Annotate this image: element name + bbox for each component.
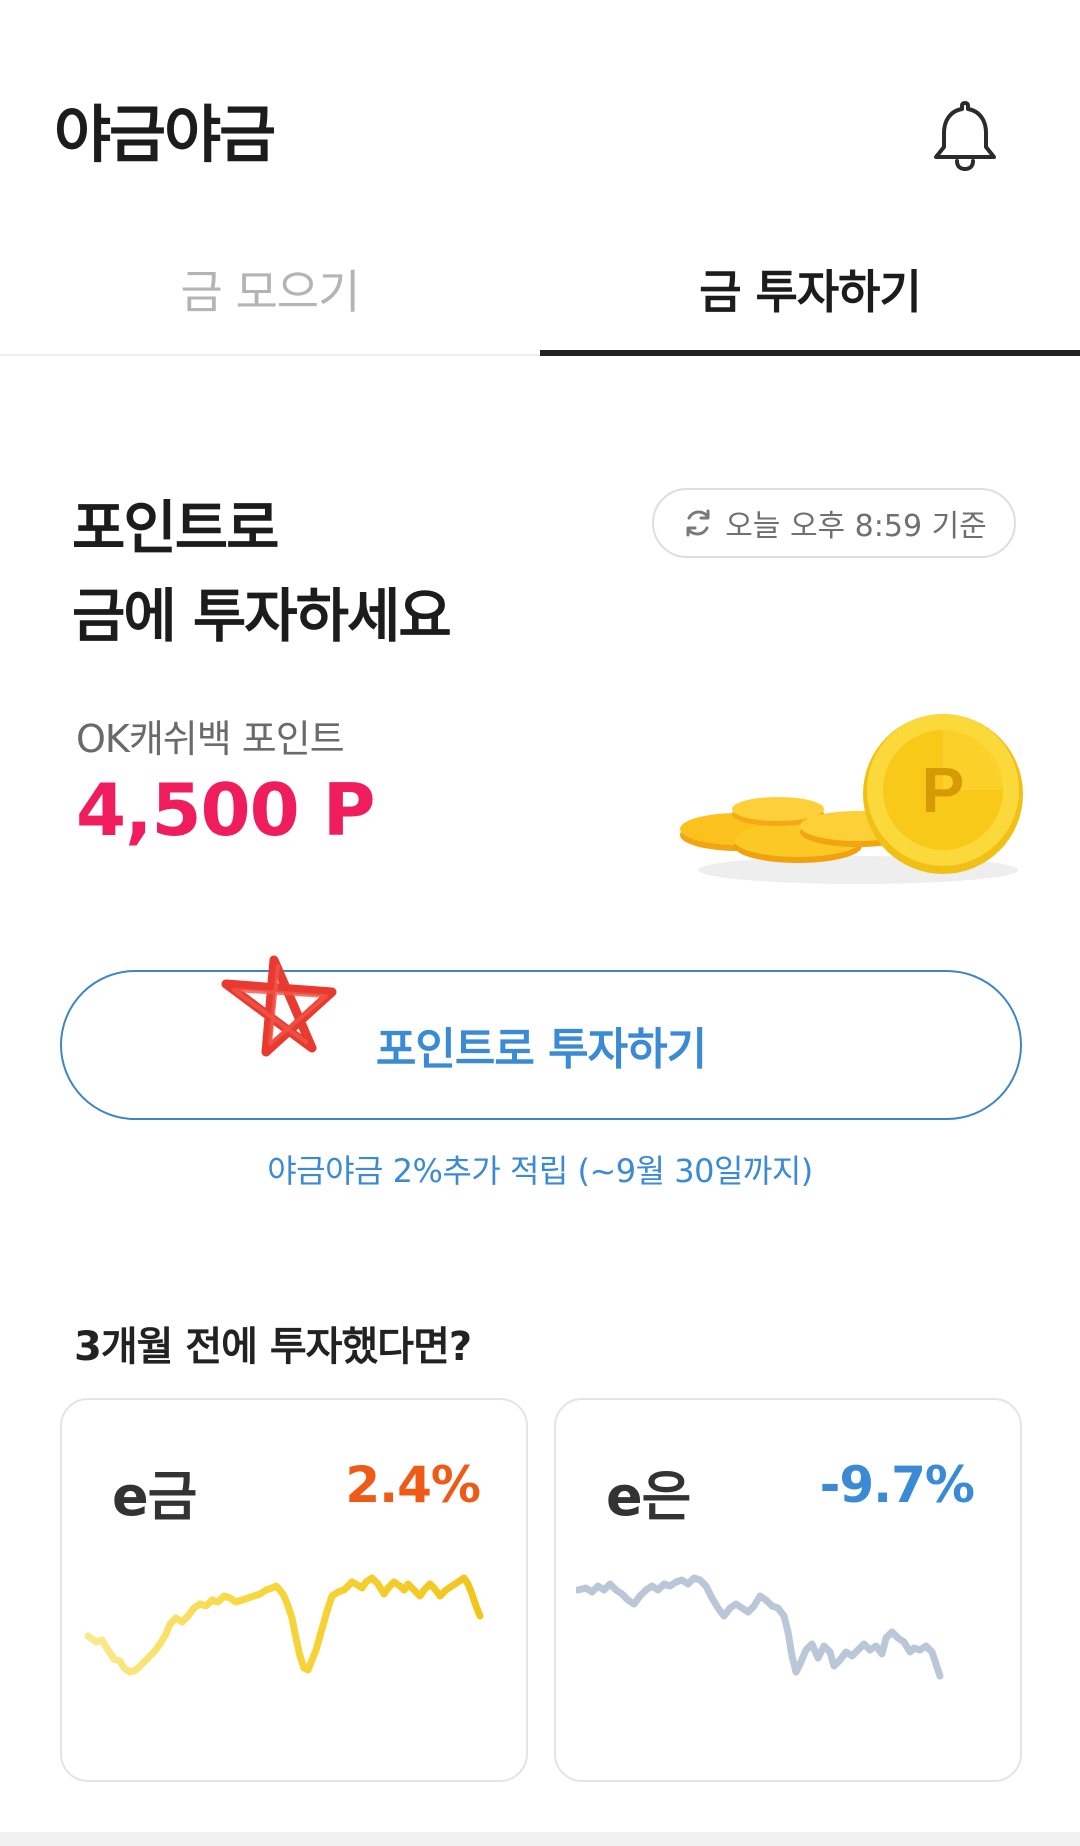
invest-with-points-button[interactable]: 포인트로 투자하기 bbox=[60, 970, 1022, 1120]
tab-collect-gold[interactable]: 금 모으기 bbox=[0, 240, 540, 356]
points-label: OK캐쉬백 포인트 bbox=[76, 717, 345, 761]
silver-card[interactable]: e은 -9.7% bbox=[554, 1398, 1022, 1782]
points-value: 4,500 P bbox=[76, 768, 376, 852]
headline-line-2: 금에 투자하세요 bbox=[72, 582, 452, 650]
app-screen: 야금야금 금 모으기 금 투자하기 포인트로 금에 투자하세요 오늘 오후 8:… bbox=[0, 0, 1080, 1846]
silver-sparkline bbox=[576, 1574, 944, 1680]
star-doodle-icon bbox=[221, 955, 337, 1057]
silver-card-name: e은 bbox=[606, 1465, 691, 1528]
gold-card-rate: 2.4% bbox=[345, 1456, 481, 1514]
tab-invest-gold[interactable]: 금 투자하기 bbox=[540, 240, 1080, 356]
section-title: 3개월 전에 투자했다면? bbox=[74, 1324, 472, 1370]
coin-icon-letter: P bbox=[922, 754, 965, 826]
bell-icon bbox=[934, 101, 996, 172]
gold-card[interactable]: e금 2.4% bbox=[60, 1398, 528, 1782]
timestamp-text: 오늘 오후 8:59 기준 bbox=[725, 509, 987, 544]
bottom-divider bbox=[0, 1832, 1080, 1846]
tab-bar: 금 모으기 금 투자하기 bbox=[0, 240, 1080, 356]
silver-card-rate: -9.7% bbox=[819, 1456, 975, 1514]
gold-sparkline bbox=[84, 1574, 484, 1676]
refresh-timestamp-button[interactable]: 오늘 오후 8:59 기준 bbox=[652, 488, 1016, 558]
headline-line-1: 포인트로 bbox=[72, 494, 279, 562]
notification-button[interactable] bbox=[924, 94, 1006, 176]
refresh-icon bbox=[686, 509, 710, 537]
active-tab-indicator bbox=[540, 350, 1080, 356]
gold-card-name: e금 bbox=[112, 1465, 197, 1528]
gold-coins-illustration: P bbox=[680, 714, 1023, 884]
promo-text: 야금야금 2%추가 적립 (~9월 30일까지) bbox=[267, 1152, 813, 1190]
headline: 포인트로 금에 투자하세요 bbox=[72, 484, 452, 660]
app-title: 야금야금 bbox=[54, 98, 276, 171]
